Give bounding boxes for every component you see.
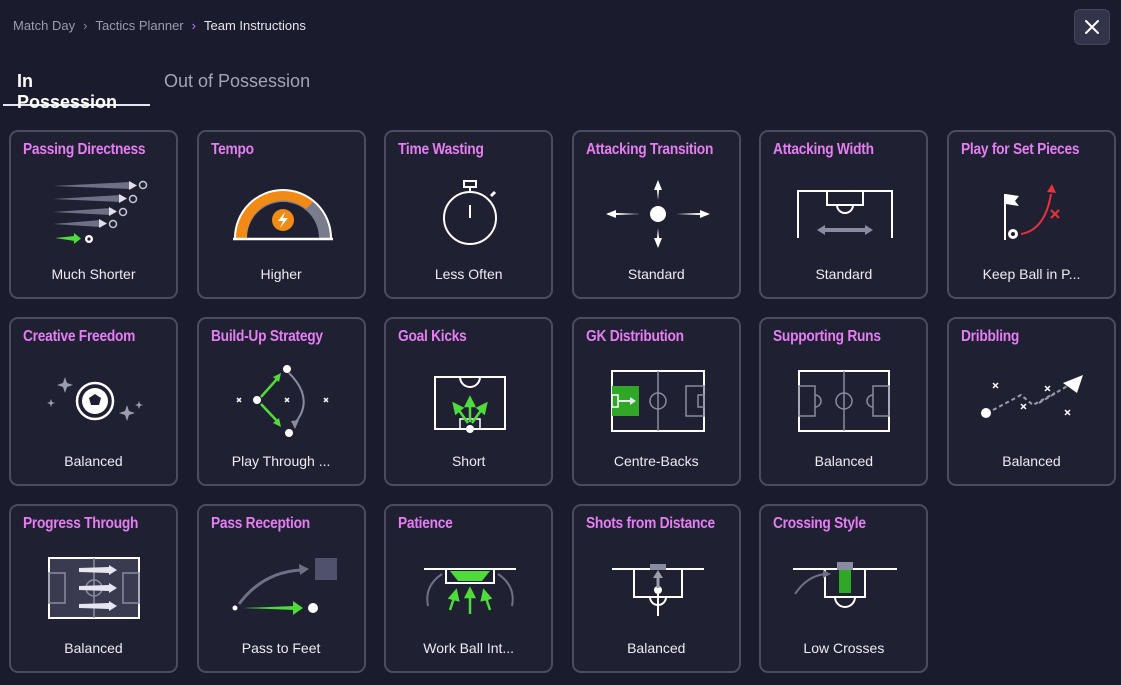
creative-freedom-icon xyxy=(35,359,155,439)
breadcrumb: Match Day › Tactics Planner › Team Instr… xyxy=(13,18,306,33)
card-value: Much Shorter xyxy=(51,266,136,282)
card-title: Supporting Runs xyxy=(773,328,882,345)
card-play-for-set-pieces[interactable]: Play for Set Pieces Keep Ball in P... xyxy=(946,130,1116,299)
card-value: Keep Ball in P... xyxy=(982,266,1081,282)
card-value: Standard xyxy=(627,266,685,282)
card-title: Passing Directness xyxy=(23,141,146,158)
set-pieces-icon xyxy=(973,172,1093,252)
card-dribbling[interactable]: Dribbling Balanced xyxy=(946,317,1116,486)
card-value: Pass to Feet xyxy=(241,640,321,656)
shots-from-distance-icon xyxy=(598,546,718,626)
card-value: Balanced xyxy=(627,640,686,656)
card-value: Balanced xyxy=(1002,453,1061,469)
chevron-right-icon: › xyxy=(191,18,196,33)
supporting-runs-icon xyxy=(785,359,905,439)
tab-out-of-possession[interactable]: Out of Possession xyxy=(150,62,324,106)
patience-icon xyxy=(410,546,530,626)
card-crossing-style[interactable]: Crossing Style Low Crosses xyxy=(759,504,929,673)
card-patience[interactable]: Patience Work Ball Int... xyxy=(384,504,554,673)
card-passing-directness[interactable]: Passing Directness Much Shorter xyxy=(9,130,178,299)
chevron-right-icon: › xyxy=(83,18,88,33)
card-value: Balanced xyxy=(64,453,123,469)
dribbling-icon xyxy=(973,359,1093,439)
progress-through-icon xyxy=(35,546,155,626)
tab-in-possession[interactable]: In Possession xyxy=(3,62,150,112)
attacking-width-icon xyxy=(785,172,905,252)
breadcrumb-match-day[interactable]: Match Day xyxy=(13,18,75,33)
card-title: Tempo xyxy=(210,141,254,158)
gk-distribution-icon xyxy=(598,359,718,439)
card-value: Work Ball Int... xyxy=(423,640,515,656)
close-button[interactable] xyxy=(1074,9,1110,45)
card-title: Patience xyxy=(398,515,453,532)
card-title: Shots from Distance xyxy=(585,515,715,532)
close-icon xyxy=(1085,20,1099,34)
card-value: Standard xyxy=(815,266,873,282)
tempo-gauge-icon xyxy=(223,172,343,252)
card-title: Attacking Width xyxy=(773,141,875,158)
card-title: Progress Through xyxy=(23,515,139,532)
card-value: Centre-Backs xyxy=(613,453,699,469)
card-title: Attacking Transition xyxy=(585,141,713,158)
possession-tabs: In Possession Out of Possession xyxy=(3,62,324,112)
card-title: Pass Reception xyxy=(210,515,310,532)
card-title: Crossing Style xyxy=(773,515,867,532)
card-build-up-strategy[interactable]: Build-Up Strategy Play Through ... xyxy=(196,317,366,486)
stopwatch-icon xyxy=(410,172,530,252)
card-shots-from-distance[interactable]: Shots from Distance Balanced xyxy=(571,504,741,673)
card-supporting-runs[interactable]: Supporting Runs Balanced xyxy=(759,317,929,486)
breadcrumb-tactics-planner[interactable]: Tactics Planner xyxy=(95,18,183,33)
passing-directness-icon xyxy=(35,172,155,252)
pass-reception-icon xyxy=(223,546,343,626)
card-title: Goal Kicks xyxy=(398,328,467,345)
card-value: Higher xyxy=(260,266,302,282)
instruction-grid: Passing Directness Much Shorter Tempo Hi… xyxy=(9,130,1116,673)
card-attacking-transition[interactable]: Attacking Transition Standard xyxy=(571,130,741,299)
card-gk-distribution[interactable]: GK Distribution Centre-Backs xyxy=(571,317,741,486)
card-title: Time Wasting xyxy=(398,141,484,158)
card-value: Low Crosses xyxy=(803,640,885,656)
card-value: Balanced xyxy=(814,453,874,469)
card-value: Play Through ... xyxy=(231,453,331,469)
card-progress-through[interactable]: Progress Through Balanced xyxy=(9,504,178,673)
card-pass-reception[interactable]: Pass Reception Pass to Feet xyxy=(196,504,366,673)
card-title: Creative Freedom xyxy=(23,328,136,345)
card-value: Balanced xyxy=(64,640,123,656)
crossing-style-icon xyxy=(785,546,905,626)
card-title: Dribbling xyxy=(960,328,1020,345)
card-creative-freedom[interactable]: Creative Freedom Balanced xyxy=(9,317,178,486)
breadcrumb-team-instructions: Team Instructions xyxy=(203,18,306,33)
card-value: Short xyxy=(451,453,486,469)
card-goal-kicks[interactable]: Goal Kicks Short xyxy=(384,317,554,486)
card-title: Build-Up Strategy xyxy=(210,328,323,345)
card-title: Play for Set Pieces xyxy=(960,141,1080,158)
attacking-transition-icon xyxy=(598,172,718,252)
goal-kicks-icon xyxy=(410,359,530,439)
card-time-wasting[interactable]: Time Wasting Less Often xyxy=(384,130,554,299)
card-attacking-width[interactable]: Attacking Width Standard xyxy=(759,130,929,299)
card-value: Less Often xyxy=(434,266,503,282)
card-title: GK Distribution xyxy=(585,328,684,345)
card-tempo[interactable]: Tempo Higher xyxy=(196,130,366,299)
build-up-strategy-icon xyxy=(223,359,343,439)
